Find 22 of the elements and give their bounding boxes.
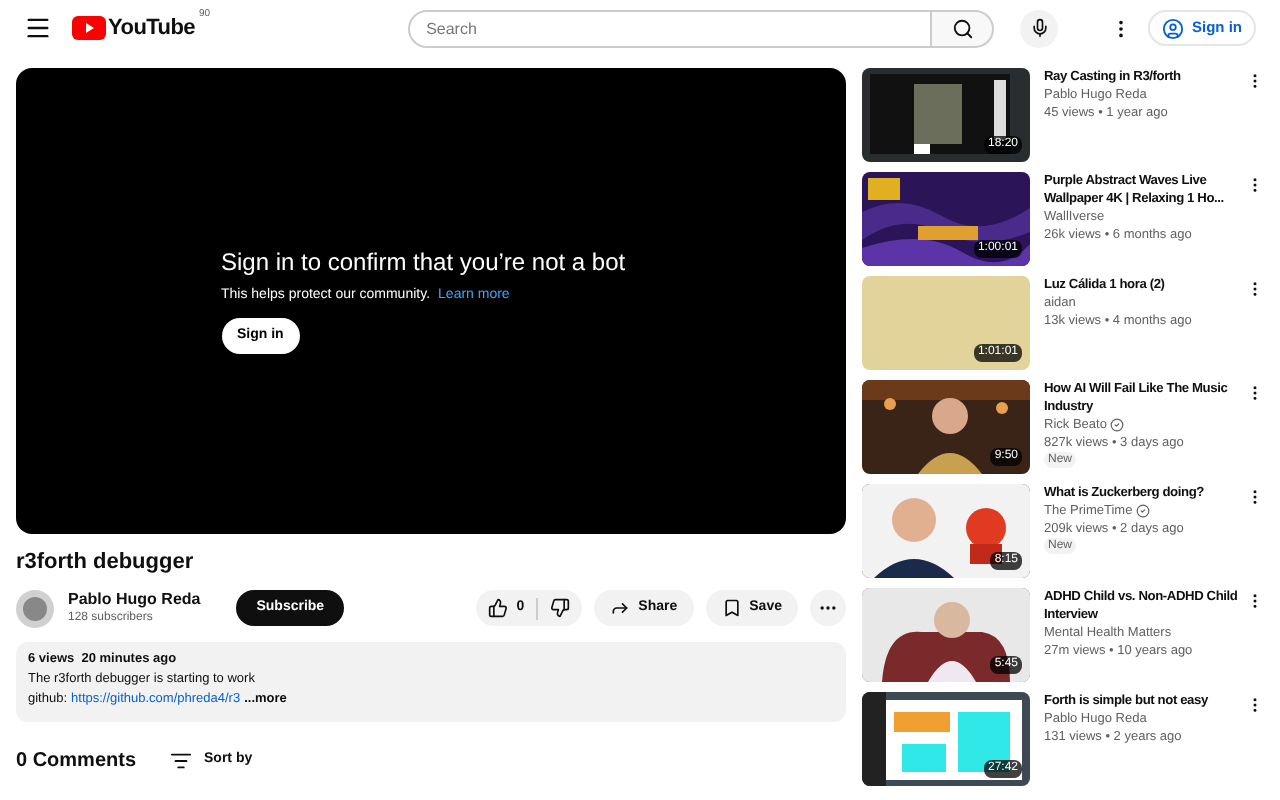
more-actions-button[interactable] [810, 590, 846, 626]
search-field[interactable]: Search [408, 9, 933, 47]
user-icon [1162, 17, 1184, 39]
microphone-icon [1029, 18, 1050, 38]
logo-text[interactable]: YouTube [108, 17, 195, 39]
channel-avatar[interactable] [16, 589, 54, 627]
bookmark-icon [721, 598, 742, 618]
verified-icon [1110, 418, 1125, 432]
channel-name[interactable]: Pablo Hugo Reda [68, 589, 201, 609]
search-button[interactable] [932, 9, 995, 47]
menu-icon[interactable] [24, 14, 52, 42]
verified-icon [1136, 504, 1151, 518]
player-title: Sign in to confirm that you’re not a bot [221, 247, 628, 278]
logo-icon[interactable] [72, 16, 106, 40]
sort-icon [170, 750, 193, 772]
comment-count: 0 Comments [16, 748, 137, 776]
voice-search-button[interactable] [1020, 9, 1059, 47]
thumbs-down-icon [550, 598, 571, 618]
video-title: r3forth debugger [16, 548, 196, 576]
search-icon [951, 17, 974, 39]
thumbs-up-icon [488, 598, 509, 618]
share-icon [610, 598, 631, 618]
